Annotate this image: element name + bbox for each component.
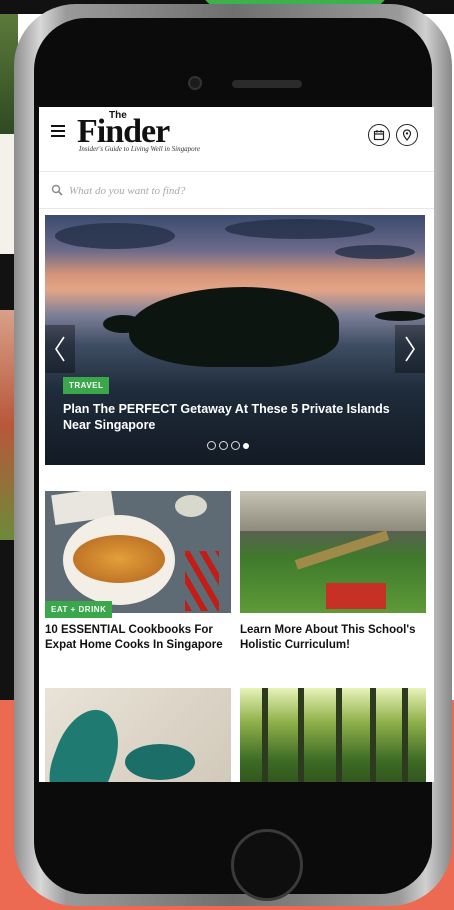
- chevron-left-icon: [55, 336, 65, 362]
- hero-islet: [375, 311, 425, 321]
- article-category-tag[interactable]: EAT + DRINK: [45, 601, 113, 618]
- article-thumbnail[interactable]: [240, 491, 426, 613]
- article-title[interactable]: Learn More About This School's Holistic …: [240, 623, 426, 653]
- site-header: Finder The Insider's Guide to Living Wel…: [39, 107, 434, 163]
- carousel-dot[interactable]: [231, 441, 240, 450]
- search-input[interactable]: [69, 180, 409, 202]
- carousel-next-button[interactable]: [395, 325, 425, 373]
- background-food-fragment: [0, 310, 14, 540]
- hero-islet: [103, 315, 143, 333]
- article-thumbnail[interactable]: [45, 491, 231, 613]
- home-button[interactable]: [231, 829, 303, 901]
- article-title[interactable]: 10 ESSENTIAL Cookbooks For Expat Home Co…: [45, 623, 231, 653]
- article-card[interactable]: [45, 688, 231, 782]
- carousel-dot[interactable]: [207, 441, 216, 450]
- carousel-dot[interactable]: [219, 441, 228, 450]
- hero-headline[interactable]: Plan The PERFECT Getaway At These 5 Priv…: [63, 401, 419, 433]
- carousel-dot-active[interactable]: [243, 442, 249, 449]
- article-thumbnail[interactable]: [45, 688, 231, 782]
- search-bar: [39, 171, 434, 209]
- hero-cloud: [335, 245, 415, 259]
- phone-screen: Finder The Insider's Guide to Living Wel…: [39, 107, 434, 782]
- hero-carousel[interactable]: TRAVEL Plan The PERFECT Getaway At These…: [45, 215, 425, 465]
- article-card[interactable]: EAT + DRINK 10 ESSENTIAL Cookbooks For E…: [45, 491, 231, 653]
- location-pin-icon[interactable]: [396, 124, 418, 146]
- calendar-icon[interactable]: [368, 124, 390, 146]
- hero-cloud: [55, 223, 175, 249]
- earpiece-speaker: [232, 80, 302, 88]
- carousel-pagination: [207, 441, 249, 450]
- chevron-right-icon: [405, 336, 415, 362]
- carousel-prev-button[interactable]: [45, 325, 75, 373]
- search-icon[interactable]: [51, 184, 63, 196]
- front-camera-icon: [188, 76, 202, 90]
- hero-island: [129, 287, 339, 367]
- hero-category-tag[interactable]: TRAVEL: [63, 377, 110, 394]
- site-tagline: Insider's Guide to Living Well in Singap…: [79, 145, 201, 153]
- hamburger-menu-icon[interactable]: [51, 125, 65, 137]
- site-logo-prefix: The: [109, 110, 127, 121]
- hero-cloud: [225, 219, 375, 239]
- article-card[interactable]: [240, 688, 426, 782]
- article-thumbnail[interactable]: [240, 688, 426, 782]
- article-card[interactable]: Learn More About This School's Holistic …: [240, 491, 426, 653]
